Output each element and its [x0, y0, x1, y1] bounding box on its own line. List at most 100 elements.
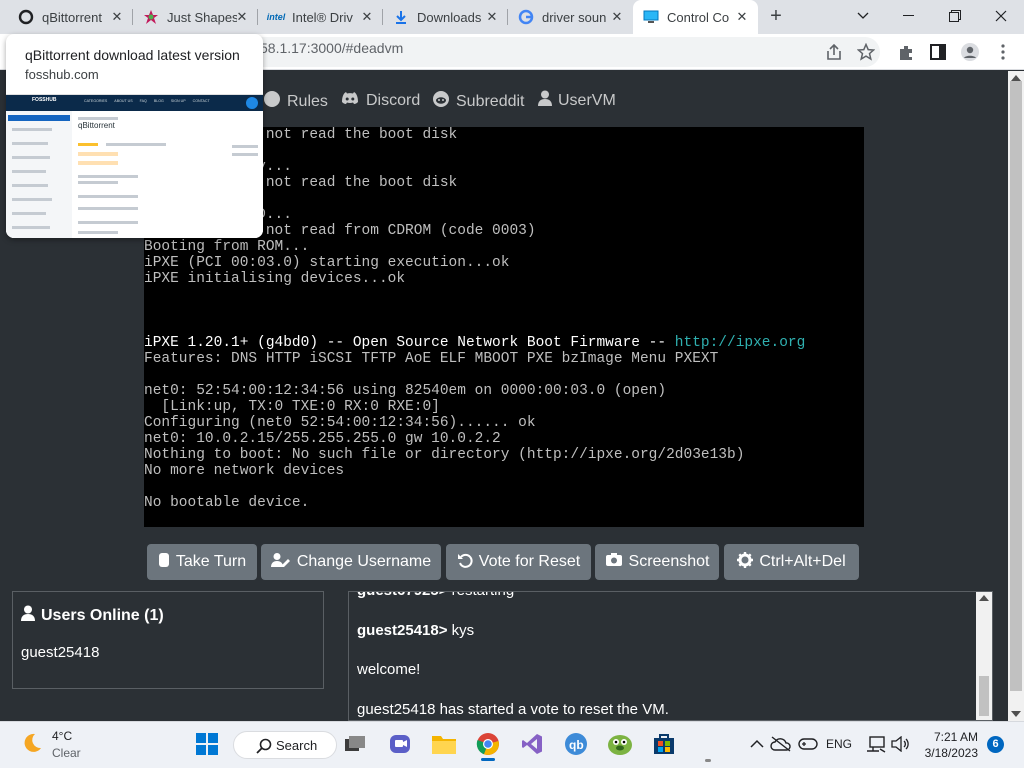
new-tab-button[interactable]: + [764, 5, 788, 29]
nav-uservm[interactable]: UserVM [538, 90, 616, 111]
google-favicon [518, 9, 534, 25]
gaming-controller-icon[interactable] [795, 731, 821, 757]
url-text[interactable]: 58.1.17:3000/#deadvm [260, 40, 403, 56]
chat-username: guest67925> [357, 592, 447, 599]
close-window-button[interactable] [978, 0, 1024, 32]
page-scrollbar[interactable] [1008, 71, 1024, 721]
hover-card-domain: fosshub.com [25, 67, 99, 82]
console-line: No bootable device. [144, 495, 310, 511]
screenshot-button[interactable]: Screenshot [595, 544, 719, 580]
tab-control-collabvm[interactable]: Control Co ✕ [633, 0, 758, 34]
console-line: No more network devices [144, 463, 345, 479]
weather-moon-icon[interactable] [20, 731, 44, 760]
console-line: Configuring (net0 52:54:00:12:34:56)....… [144, 415, 536, 431]
change-username-label: Change Username [296, 553, 432, 570]
tab-hover-card: qBittorrent download latest version foss… [6, 34, 263, 238]
tab-just-shapes[interactable]: Just Shapes ✕ [133, 0, 258, 34]
tab-title: Control Co [667, 9, 730, 25]
teams-chat-icon[interactable] [387, 731, 413, 757]
tab-title: Intel® Driv [292, 9, 353, 25]
close-tab-icon[interactable]: ✕ [234, 9, 250, 25]
onedrive-offline-icon[interactable] [768, 731, 794, 757]
thumb-nav-item: CATEGORIES [84, 99, 108, 103]
open-app-indicator [705, 759, 711, 762]
clock-date[interactable]: 3/18/2023 [915, 746, 978, 760]
weather-temp[interactable]: 4°C [52, 729, 72, 743]
download-icon [393, 9, 409, 25]
console-line: [Link:up, TX:0 TXE:0 RX:0 RXE:0] [144, 399, 440, 415]
just-shapes-favicon [143, 9, 159, 25]
close-tab-icon[interactable]: ✕ [484, 9, 500, 25]
tab-qbittorrent[interactable]: qBittorrent ✕ [8, 0, 133, 34]
close-tab-icon[interactable]: ✕ [109, 9, 125, 25]
side-panel-icon[interactable] [928, 42, 948, 62]
nav-discord[interactable]: Discord [340, 90, 420, 111]
bookmark-star-icon[interactable] [856, 42, 876, 62]
windows-start-icon[interactable] [194, 731, 220, 757]
hand-icon [158, 552, 170, 573]
nav-subreddit[interactable]: Subreddit [432, 90, 525, 113]
intel-favicon: intel [266, 12, 286, 22]
extensions-icon[interactable] [896, 42, 916, 62]
chat-text: kys [447, 622, 475, 639]
ipxe-link: http://ipxe.org [674, 335, 806, 351]
vote-reset-button[interactable]: Vote for Reset [446, 544, 591, 580]
chat-username: guest25418> [357, 622, 448, 639]
nav-rules[interactable]: Rules [263, 90, 328, 113]
nav-uservm-label: UserVM [558, 91, 616, 109]
game-app-icon[interactable] [607, 731, 633, 757]
close-tab-icon[interactable]: ✕ [609, 9, 625, 25]
take-turn-button[interactable]: Take Turn [147, 544, 257, 580]
chrome-menu-icon[interactable] [993, 42, 1013, 62]
console-line: iPXE initialising devices...ok [144, 271, 406, 287]
notification-badge[interactable]: 6 [987, 736, 1004, 753]
users-online-title: Users Online (1) [41, 606, 164, 624]
chrome-icon[interactable] [475, 731, 501, 757]
console-line: iPXE 1.20.1+ (g4bd0) -- Open Source Netw… [144, 335, 806, 351]
user-list-item[interactable]: guest25418 [21, 644, 99, 661]
tab-title: qBittorrent [42, 9, 102, 25]
file-explorer-icon[interactable] [431, 731, 457, 757]
console-line: Features: DNS HTTP iSCSI TFTP AoE ELF MB… [144, 351, 719, 367]
ctrl-alt-del-label: Ctrl+Alt+Del [759, 553, 846, 570]
share-icon[interactable] [824, 42, 844, 62]
volume-icon[interactable] [887, 731, 913, 757]
chat-text: restarting [447, 592, 515, 599]
vote-reset-label: Vote for Reset [478, 553, 581, 570]
visual-studio-icon[interactable] [519, 731, 545, 757]
language-indicator[interactable]: ENG [826, 737, 852, 751]
search-label: Search [276, 737, 318, 753]
chat-scrollbar[interactable] [976, 592, 992, 720]
chat-text: welcome! [357, 661, 421, 678]
minimize-button[interactable] [886, 0, 932, 32]
chat-message: guest25418> kys [357, 622, 474, 639]
ctrl-alt-del-button[interactable]: Ctrl+Alt+Del [724, 544, 859, 580]
gear-icon [737, 551, 754, 573]
microsoft-store-icon[interactable] [651, 731, 677, 757]
user-icon [538, 90, 552, 111]
chat-panel[interactable]: guest67925> restarting guest25418> kys w… [348, 591, 993, 721]
tab-intel[interactable]: intel Intel® Driv ✕ [258, 0, 383, 34]
close-tab-icon[interactable]: ✕ [359, 9, 375, 25]
weather-desc: Clear [52, 746, 81, 760]
clock-time[interactable]: 7:21 AM [930, 730, 978, 744]
tab-downloads[interactable]: Downloads ✕ [383, 0, 508, 34]
profile-icon[interactable] [960, 42, 980, 62]
computer-favicon [643, 9, 659, 25]
network-icon[interactable] [863, 731, 889, 757]
undo-icon [457, 552, 473, 573]
tab-google[interactable]: driver soun ✕ [508, 0, 633, 34]
show-hidden-icons-chevron[interactable] [744, 731, 770, 757]
thumb-nav-item: ABOUT US [114, 99, 133, 103]
taskbar-search-box[interactable]: Search [233, 731, 337, 759]
tab-search-icon[interactable] [840, 0, 886, 32]
restore-button[interactable] [932, 0, 978, 32]
user-icon [21, 605, 35, 626]
task-view-icon[interactable] [342, 731, 368, 757]
qbittorrent-taskbar-icon[interactable]: qb [563, 731, 589, 757]
take-turn-label: Take Turn [175, 553, 247, 570]
change-username-button[interactable]: Change Username [261, 544, 441, 580]
close-tab-icon[interactable]: ✕ [734, 9, 750, 25]
